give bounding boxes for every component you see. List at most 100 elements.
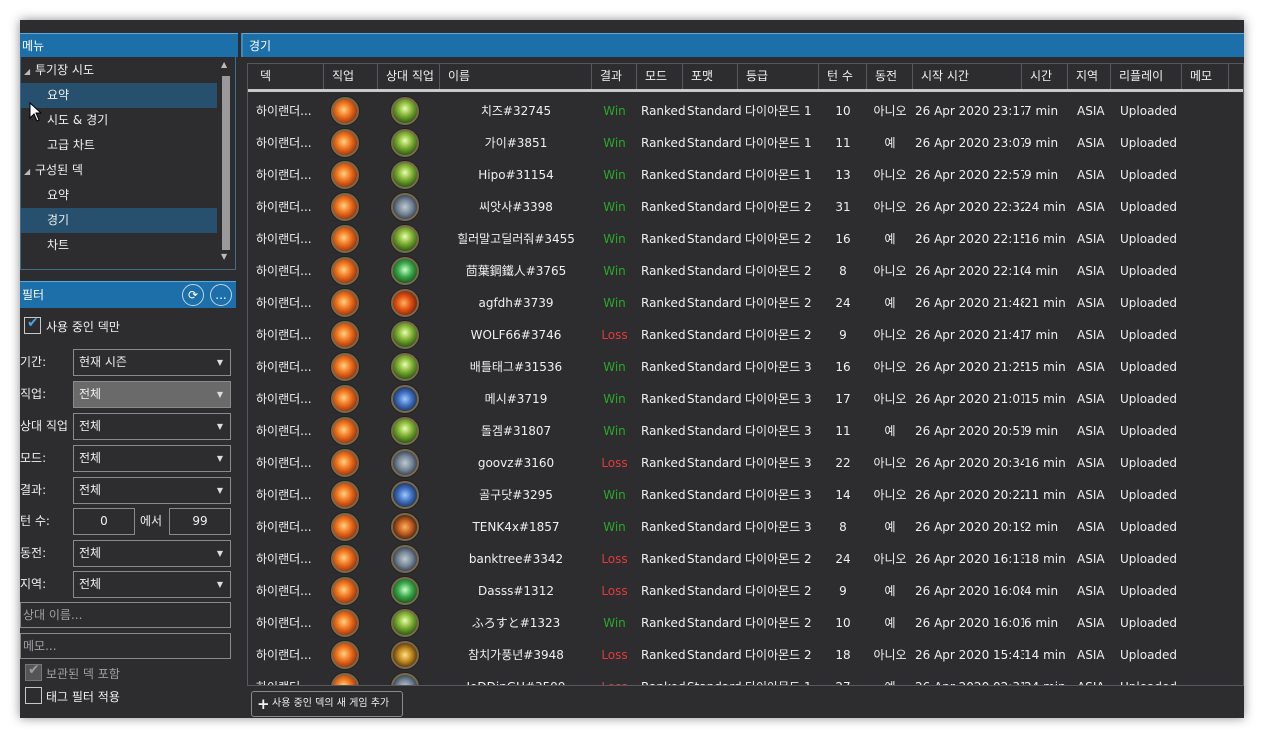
- menu-item[interactable]: 차트: [21, 233, 217, 258]
- replay-cell: Uploaded: [1120, 232, 1178, 246]
- menu-item[interactable]: 시도 & 경기: [21, 108, 217, 133]
- mode-select[interactable]: 전체 ▼: [73, 445, 231, 472]
- expand-arrow-icon[interactable]: ◢: [24, 159, 30, 184]
- refresh-button[interactable]: ⟳: [182, 284, 204, 306]
- coin-select[interactable]: 전체 ▼: [73, 540, 231, 567]
- result-value: 전체: [79, 483, 102, 497]
- column-header[interactable]: 이름: [440, 64, 592, 89]
- menu-group[interactable]: ◢ 투기장 시도: [21, 58, 217, 83]
- column-header[interactable]: 상대 직업: [378, 64, 440, 89]
- start-time-cell: 26 Apr 2020 20:34: [915, 456, 1024, 470]
- replay-cell: Uploaded: [1120, 671, 1191, 685]
- table-row[interactable]: 하이랜더... 메시#3719 Win Ranked Standard 다이아몬드 3 17…: [248, 383, 1243, 415]
- turns-cell: 24: [835, 296, 851, 310]
- class-label: 직업:: [20, 387, 47, 401]
- rank-cell: 다이아몬드 1: [745, 136, 812, 150]
- mode-cell: Ranked: [641, 616, 686, 630]
- table-row[interactable]: 하이랜더... 돌겜#31807 Win Ranked Standard 다이아몬드 3 1…: [248, 415, 1243, 447]
- column-header[interactable]: 메모: [1182, 64, 1229, 89]
- column-header[interactable]: 시작 시간: [913, 64, 1022, 89]
- menu-item[interactable]: 요약: [21, 83, 217, 108]
- start-time-cell: 26 Apr 2020 02:31: [915, 671, 1024, 685]
- column-header[interactable]: 시간: [1022, 64, 1068, 89]
- deck-cell: 하이랜더...: [256, 488, 312, 502]
- column-header[interactable]: 모드: [637, 64, 683, 89]
- format-cell: Standard: [687, 296, 742, 310]
- period-select[interactable]: 현재 시즌 ▼: [73, 349, 231, 376]
- column-header[interactable]: 리플레이: [1111, 64, 1182, 89]
- table-row[interactable]: 하이랜더... JoDDinGU#3599Loss RankedStandard다이…: [248, 671, 1243, 685]
- active-deck-checkbox[interactable]: ✔: [24, 315, 41, 334]
- column-header[interactable]: 등급: [738, 64, 819, 89]
- column-header[interactable]: 지역: [1068, 64, 1111, 89]
- menu-scrollbar[interactable]: ▲ ▼: [220, 60, 232, 262]
- start-time-cell: 26 Apr 2020 21:25: [915, 360, 1024, 374]
- column-header[interactable]: 동전: [867, 64, 913, 89]
- turns-cell: 27: [819, 671, 867, 685]
- scroll-up-icon[interactable]: ▲: [221, 60, 227, 70]
- name-cell: 씨앗사#3398: [479, 200, 553, 214]
- result-cell: Win: [603, 168, 626, 182]
- column-header[interactable]: 결과: [592, 64, 637, 89]
- table-row[interactable]: 하이랜더... Hipo#31154 Win Ranked Standard 다이아몬드 …: [248, 159, 1243, 191]
- turns-max-value: 99: [192, 514, 208, 528]
- table-row[interactable]: 하이랜더... agfdh#3739 Win Ranked Standard 다이아몬드 …: [248, 287, 1243, 319]
- turns-max-input[interactable]: 99: [169, 508, 231, 535]
- region-cell: ASIA: [1077, 296, 1105, 310]
- apply-tag-filter-checkbox[interactable]: [25, 687, 42, 704]
- coin-cell: 예: [884, 584, 896, 598]
- table-row[interactable]: 하이랜더... 가이#3851 Win Ranked Standard 다이아몬드 1 11…: [248, 127, 1243, 159]
- table-row[interactable]: 하이랜더... 茴葉鋼鐵人#3765 Win Ranked Standard 다이아몬드 …: [248, 255, 1243, 287]
- opponent-class-druid-icon: [391, 353, 419, 381]
- table-row[interactable]: 하이랜더... WOLF66#3746 Loss Ranked Standard 다이아몬…: [248, 319, 1243, 351]
- coin-cell: 예: [867, 671, 913, 685]
- result-select[interactable]: 전체 ▼: [73, 477, 231, 504]
- table-row[interactable]: 하이랜더... Dasss#1312 Loss Ranked Standard 다이아몬드…: [248, 575, 1243, 607]
- table-row[interactable]: 하이랜더... 힐러말고딜러줘#3455 Win Ranked Standard 다이아몬…: [248, 223, 1243, 255]
- more-button[interactable]: ...: [210, 284, 232, 306]
- table-row[interactable]: 하이랜더... banktree#3342 Loss Ranked Standard 다이…: [248, 543, 1243, 575]
- table-row[interactable]: 하이랜더... 참치가풍년#3948 Loss Ranked Standard 다이아몬드…: [248, 639, 1243, 671]
- column-header[interactable]: 덱: [248, 64, 324, 89]
- menu-item[interactable]: 요약: [21, 183, 217, 208]
- result-cell: Win: [603, 360, 626, 374]
- scroll-thumb[interactable]: [222, 76, 230, 250]
- duration-cell: 2 min: [1024, 520, 1059, 534]
- table-row[interactable]: 하이랜더... 골구닷#3295 Win Ranked Standard 다이아몬드 3 1…: [248, 479, 1243, 511]
- rank-cell: 다이아몬드 2: [745, 232, 812, 246]
- table-row[interactable]: 하이랜더... ふろすと#1323 Win Ranked Standard 다이아몬드 2…: [248, 607, 1243, 639]
- period-value: 현재 시즌: [79, 355, 127, 369]
- replay-cell: Uploaded: [1120, 104, 1178, 118]
- opponent-class-select[interactable]: 전체 ▼: [73, 413, 231, 440]
- deck-cell: 하이랜더...: [256, 392, 312, 406]
- menu-item[interactable]: 고급 차트: [21, 133, 217, 158]
- name-cell: 골구닷#3295: [479, 488, 553, 502]
- turns-cell: 14: [835, 488, 851, 502]
- table-row[interactable]: 하이랜더... TENK4x#1857 Win Ranked Standard 다이아몬드…: [248, 511, 1243, 543]
- coin-cell: 아니오: [873, 168, 907, 182]
- result-cell: Win: [603, 488, 626, 502]
- table-row[interactable]: 하이랜더... goovz#3160 Loss Ranked Standard 다이아몬드…: [248, 447, 1243, 479]
- add-game-button[interactable]: + 사용 중인 덱의 새 게임 추가: [251, 691, 403, 717]
- table-row[interactable]: 하이랜더... 씨앗사#3398 Win Ranked Standard 다이아몬드 2 3…: [248, 191, 1243, 223]
- note-input[interactable]: 메모...: [20, 633, 231, 659]
- include-archived-checkbox[interactable]: ✔: [25, 662, 42, 681]
- class-warrior-icon: [331, 545, 359, 573]
- region-select[interactable]: 전체 ▼: [73, 571, 231, 598]
- rank-cell: 다이아몬드 3: [745, 424, 812, 438]
- table-row[interactable]: 하이랜더... 치즈#32745 Win Ranked Standard 다이아몬드 1 1…: [248, 95, 1243, 127]
- format-cell: Standard: [687, 584, 742, 598]
- region-cell: ASIA: [1077, 648, 1105, 662]
- turns-min-input[interactable]: 0: [73, 508, 135, 535]
- opponent-name-input[interactable]: 상대 이름...: [20, 602, 231, 628]
- menu-item[interactable]: 경기: [21, 208, 217, 233]
- menu-group[interactable]: ◢ 구성된 덱: [21, 158, 217, 183]
- column-header[interactable]: 턴 수: [819, 64, 867, 89]
- expand-arrow-icon[interactable]: ◢: [24, 59, 30, 84]
- rank-cell: 다이아몬드 2: [745, 584, 812, 598]
- column-header[interactable]: 직업: [324, 64, 378, 89]
- scroll-down-icon[interactable]: ▼: [221, 252, 227, 262]
- column-header[interactable]: 포맷: [683, 64, 738, 89]
- class-select[interactable]: 전체 ▼: [73, 381, 231, 408]
- table-row[interactable]: 하이랜더... 배틀태그#31536 Win Ranked Standard 다이아몬드 …: [248, 351, 1243, 383]
